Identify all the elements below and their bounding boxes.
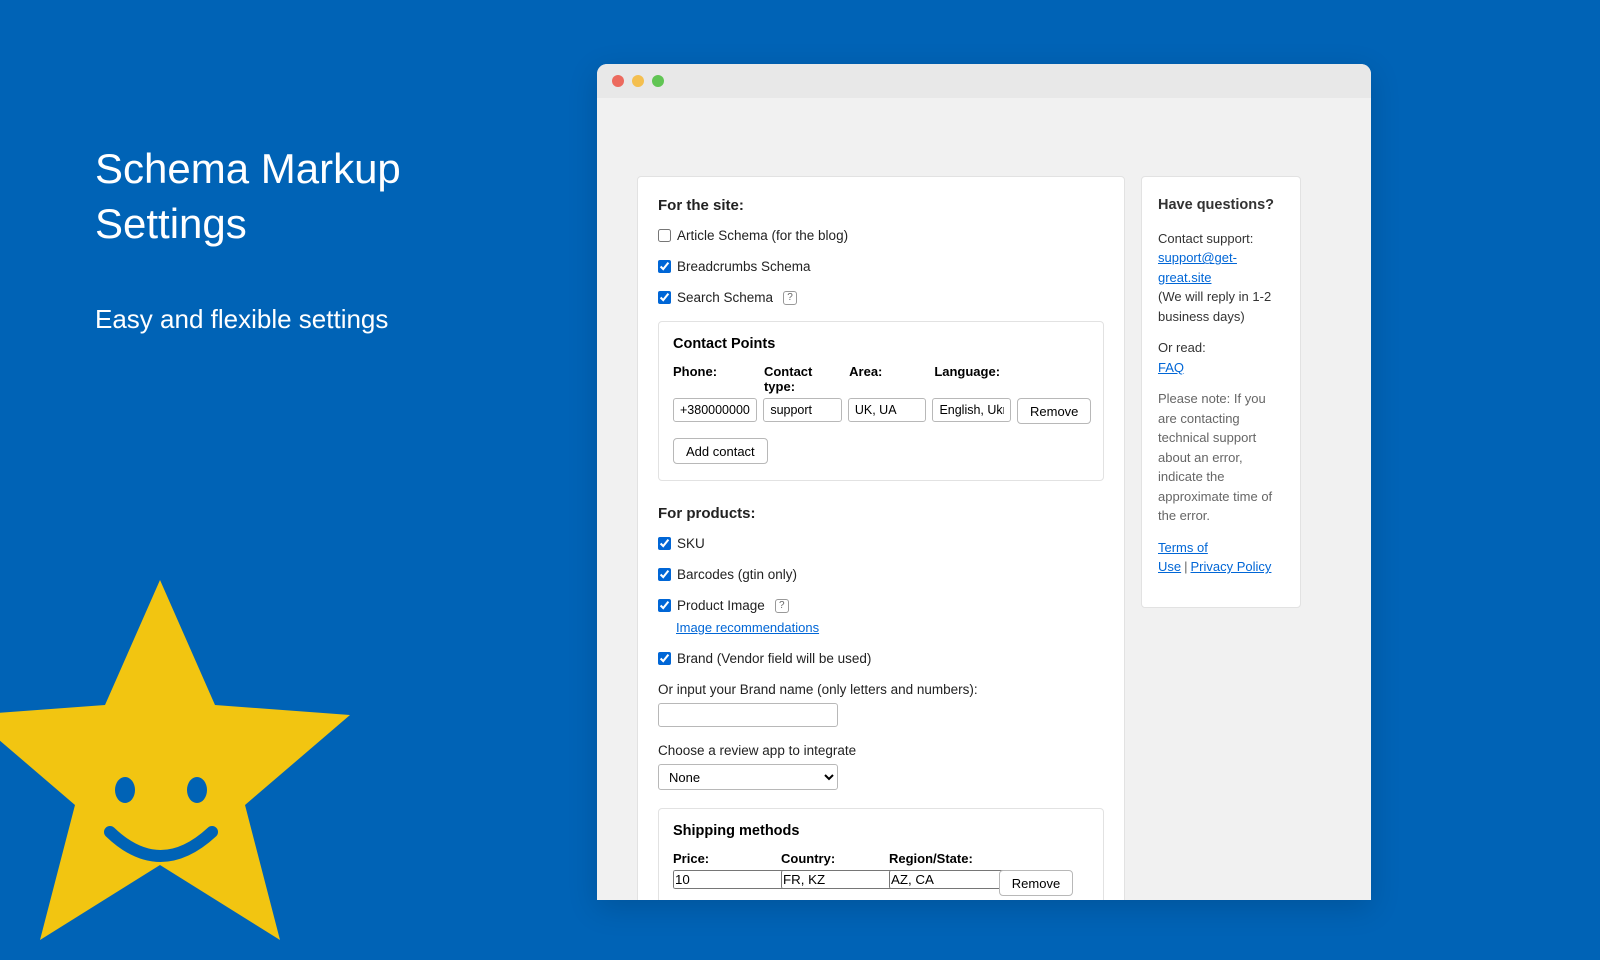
review-app-label: Choose a review app to integrate — [658, 743, 1104, 758]
contact-phone-input[interactable] — [673, 398, 757, 422]
shipping-methods-box: Shipping methods Price: Country: Region/… — [658, 808, 1104, 900]
barcode-checkbox[interactable] — [658, 568, 671, 581]
window-titlebar — [597, 64, 1371, 98]
brand-name-input[interactable] — [658, 703, 838, 727]
sku-checkbox[interactable] — [658, 537, 671, 550]
for-site-heading: For the site: — [658, 197, 1104, 214]
breadcrumbs-schema-checkbox[interactable] — [658, 260, 671, 273]
image-recommendations-link[interactable]: Image recommendations — [676, 620, 819, 635]
product-image-label: Product Image — [677, 598, 765, 613]
contact-lang-input[interactable] — [932, 398, 1011, 422]
barcode-label: Barcodes (gtin only) — [677, 567, 797, 582]
contact-header-area: Area: — [849, 364, 928, 394]
close-icon[interactable] — [612, 75, 624, 87]
article-schema-label: Article Schema (for the blog) — [677, 228, 848, 243]
ship-header-price: Price: — [673, 851, 775, 866]
sku-label: SKU — [677, 536, 705, 551]
faq-link[interactable]: FAQ — [1158, 360, 1184, 375]
contact-type-input[interactable] — [763, 398, 842, 422]
minimize-icon[interactable] — [632, 75, 644, 87]
or-read-label: Or read: — [1158, 340, 1206, 355]
privacy-link[interactable]: Privacy Policy — [1191, 559, 1272, 574]
barcode-row[interactable]: Barcodes (gtin only) — [658, 567, 1104, 582]
product-image-checkbox[interactable] — [658, 599, 671, 612]
brand-checkbox[interactable] — [658, 652, 671, 665]
help-title: Have questions? — [1158, 195, 1284, 217]
search-schema-label: Search Schema — [677, 290, 773, 305]
article-schema-checkbox[interactable] — [658, 229, 671, 242]
ship-header-region: Region/State: — [889, 851, 991, 866]
for-products-heading: For products: — [658, 505, 1104, 522]
breadcrumbs-schema-label: Breadcrumbs Schema — [677, 259, 811, 274]
contact-header-phone: Phone: — [673, 364, 758, 394]
main-settings-panel: For the site: Article Schema (for the bl… — [637, 176, 1125, 900]
search-schema-checkbox[interactable] — [658, 291, 671, 304]
contact-row: Remove — [673, 398, 1089, 424]
contact-points-box: Contact Points Phone: Contact type: Area… — [658, 321, 1104, 481]
settings-window: For the site: Article Schema (for the bl… — [597, 64, 1371, 900]
support-note: Please note: If you are contacting techn… — [1158, 389, 1284, 526]
contact-header-type: Contact type: — [764, 364, 843, 394]
maximize-icon[interactable] — [652, 75, 664, 87]
page-title: Schema Markup Settings — [95, 142, 495, 251]
reply-note: (We will reply in 1-2 business days) — [1158, 289, 1271, 324]
contact-remove-button[interactable]: Remove — [1017, 398, 1091, 424]
contact-header-lang: Language: — [934, 364, 1013, 394]
help-icon[interactable]: ? — [775, 599, 789, 613]
star-mascot — [0, 560, 360, 960]
contact-points-title: Contact Points — [673, 336, 1089, 352]
ship-header-country: Country: — [781, 851, 883, 866]
contact-support-label: Contact support: — [1158, 231, 1253, 246]
help-panel: Have questions? Contact support: support… — [1141, 176, 1301, 608]
breadcrumbs-schema-row[interactable]: Breadcrumbs Schema — [658, 259, 1104, 274]
brand-row[interactable]: Brand (Vendor field will be used) — [658, 651, 1104, 666]
search-schema-row[interactable]: Search Schema ? — [658, 290, 1104, 305]
ship-remove-button[interactable]: Remove — [999, 870, 1073, 896]
contact-area-input[interactable] — [848, 398, 927, 422]
page-subtitle: Easy and flexible settings — [95, 297, 495, 341]
shipping-title: Shipping methods — [673, 823, 1089, 839]
sku-row[interactable]: SKU — [658, 536, 1104, 551]
brand-input-label: Or input your Brand name (only letters a… — [658, 682, 1104, 697]
article-schema-row[interactable]: Article Schema (for the blog) — [658, 228, 1104, 243]
brand-label: Brand (Vendor field will be used) — [677, 651, 871, 666]
review-app-select[interactable]: None — [658, 764, 838, 790]
ship-row: Remove — [673, 870, 1089, 896]
add-contact-button[interactable]: Add contact — [673, 438, 768, 464]
support-email-link[interactable]: support@get-great.site — [1158, 250, 1237, 285]
help-icon[interactable]: ? — [783, 291, 797, 305]
product-image-row[interactable]: Product Image ? — [658, 598, 1104, 613]
